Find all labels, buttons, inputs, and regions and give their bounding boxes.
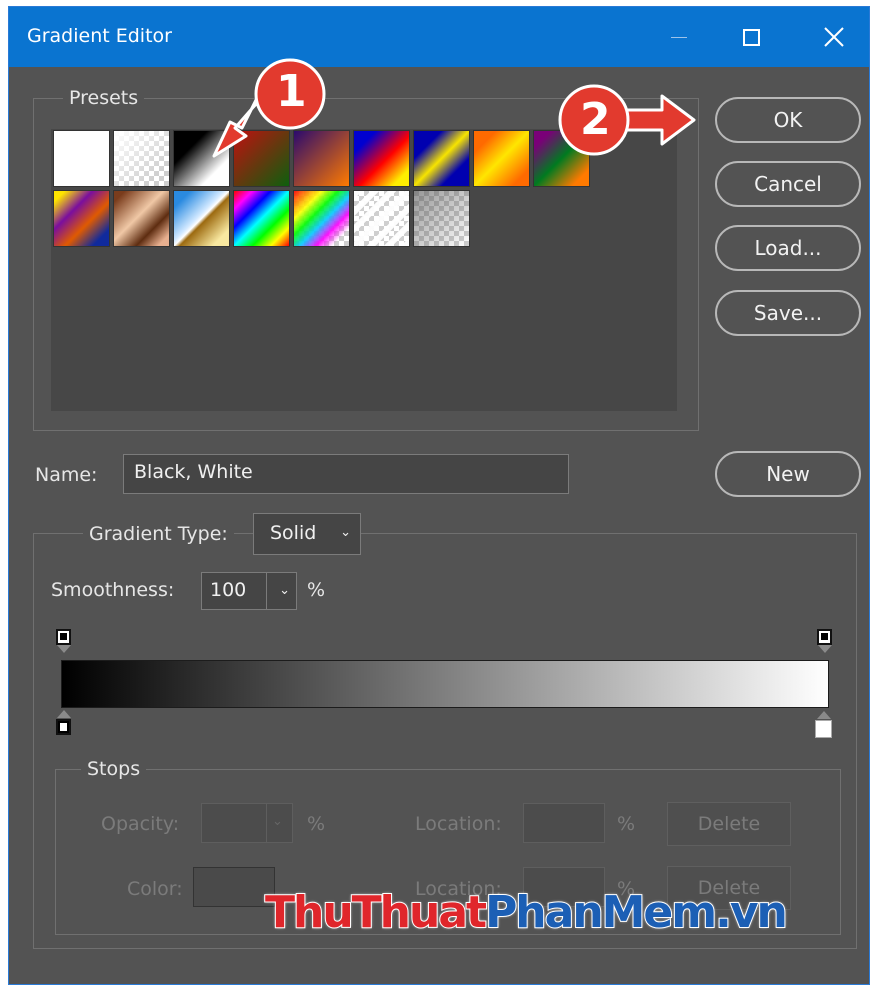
preset-swatch[interactable] (233, 190, 290, 247)
preset-swatch[interactable] (293, 190, 350, 247)
gradient-preview-bar[interactable] (61, 660, 829, 708)
color-label: Color: (127, 878, 183, 900)
opacity-stop-left-pointer (57, 645, 71, 653)
close-icon (824, 27, 844, 47)
opacity-delete-button[interactable]: Delete (667, 802, 791, 846)
annotation-arrow-2 (558, 84, 696, 156)
opacity-divider (266, 804, 267, 842)
chevron-down-icon: ⌄ (279, 583, 290, 598)
annotation-step-2: 2 (580, 94, 611, 145)
name-label: Name: (35, 464, 98, 486)
title-bar: Gradient Editor (9, 7, 869, 67)
gradient-editor-window: Gradient Editor Presets OK Cancel Load..… (8, 6, 870, 985)
annotation-step-1: 1 (276, 66, 307, 117)
opacity-stop-right[interactable] (817, 629, 832, 645)
opacity-location-field[interactable] (523, 803, 605, 843)
opacity-location-label: Location: (415, 813, 502, 835)
smoothness-divider (266, 573, 267, 609)
load-button[interactable]: Load... (715, 225, 861, 271)
smoothness-label: Smoothness: (51, 579, 175, 601)
close-button[interactable] (804, 7, 864, 67)
preset-swatch[interactable] (413, 190, 470, 247)
preset-swatch[interactable] (53, 190, 110, 247)
stops-label: Stops (81, 758, 147, 780)
save-button[interactable]: Save... (715, 290, 861, 336)
minimize-button[interactable] (649, 7, 709, 67)
window-title: Gradient Editor (27, 25, 172, 47)
preset-swatch[interactable] (113, 130, 170, 187)
watermark: ThuThuatPhanMem.vn (264, 886, 789, 939)
maximize-icon (743, 29, 760, 46)
color-stop-left-pointer (57, 710, 71, 718)
gradient-type-value: Solid (270, 522, 317, 544)
preset-swatch[interactable] (473, 130, 530, 187)
ok-button[interactable]: OK (715, 97, 861, 143)
chevron-down-icon: ⌄ (272, 814, 283, 829)
preset-swatch[interactable] (413, 130, 470, 187)
opacity-location-unit: % (617, 813, 636, 835)
color-swatch-field[interactable] (193, 867, 275, 907)
color-stop-right[interactable] (815, 720, 832, 738)
minimize-icon (671, 37, 687, 38)
preset-swatch[interactable] (173, 190, 230, 247)
gradient-type-select[interactable]: Solid ⌄ (253, 513, 361, 555)
preset-swatch[interactable] (353, 130, 410, 187)
color-stop-left[interactable] (56, 719, 71, 735)
annotation-arrow-1 (212, 58, 326, 158)
preset-swatch[interactable] (353, 190, 410, 247)
maximize-button[interactable] (721, 7, 781, 67)
opacity-stop-right-pointer (818, 645, 832, 653)
gradient-type-label: Gradient Type: (83, 523, 234, 545)
smoothness-value: 100 (210, 579, 247, 601)
preset-swatch[interactable] (113, 190, 170, 247)
chevron-down-icon: ⌄ (340, 525, 351, 540)
opacity-unit: % (307, 813, 326, 835)
presets-label: Presets (63, 87, 145, 109)
name-input[interactable]: Black, White (123, 454, 569, 494)
opacity-label: Opacity: (101, 813, 180, 835)
new-button[interactable]: New (715, 451, 861, 497)
cancel-button[interactable]: Cancel (715, 161, 861, 207)
opacity-field[interactable]: ⌄ (201, 803, 293, 843)
smoothness-select[interactable]: 100 ⌄ (201, 572, 297, 610)
opacity-stop-left[interactable] (56, 629, 71, 645)
preset-swatch[interactable] (53, 130, 110, 187)
color-stop-right-pointer (817, 711, 831, 719)
smoothness-unit: % (307, 579, 326, 601)
